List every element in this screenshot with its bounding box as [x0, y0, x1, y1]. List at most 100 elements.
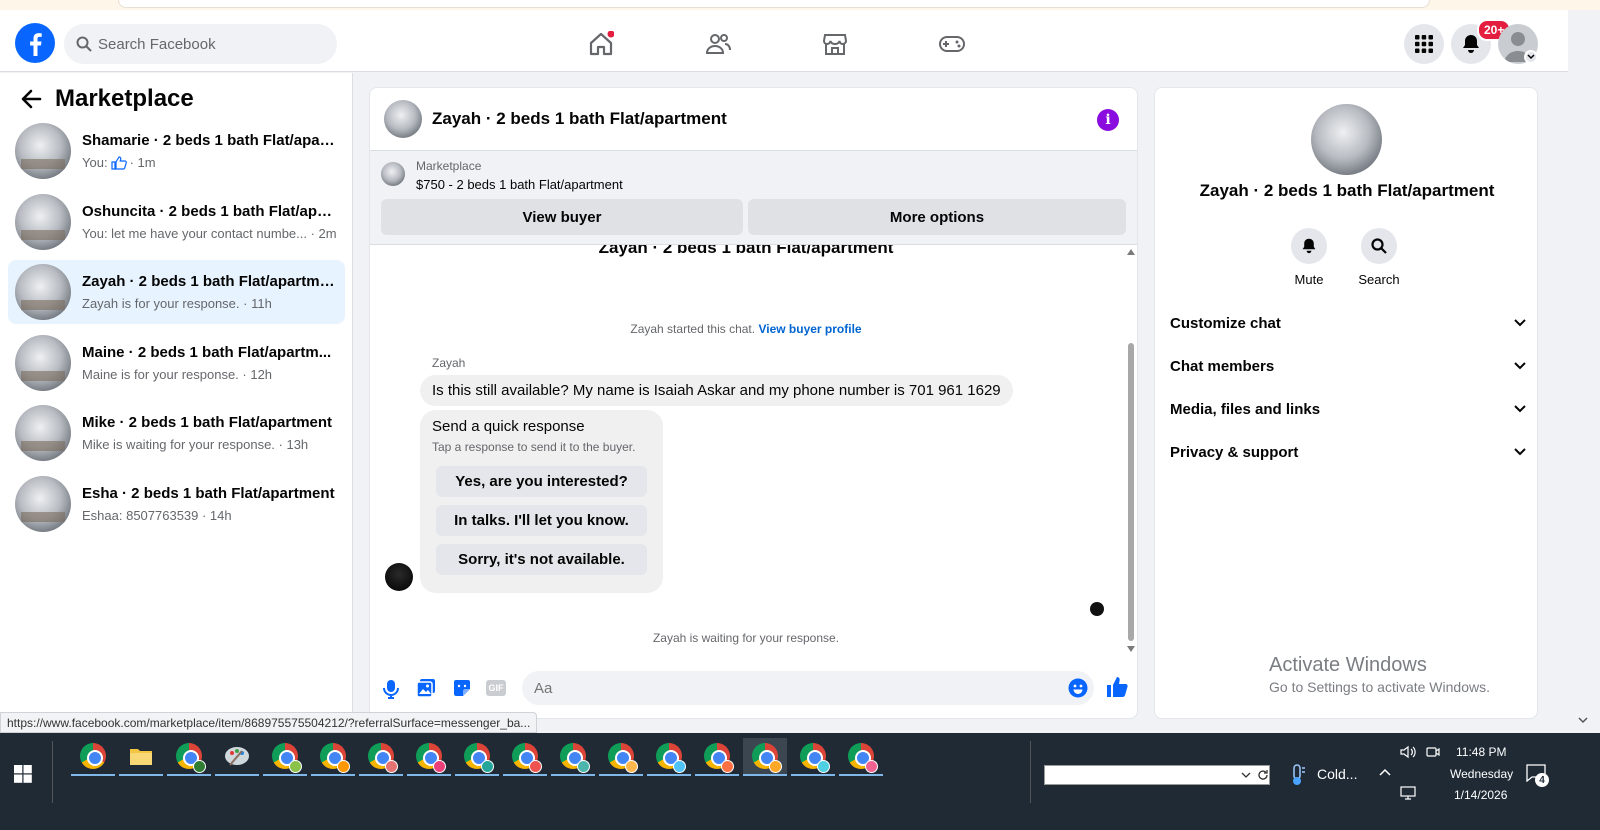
listing-thumbnail [15, 476, 71, 532]
section-label: Privacy & support [1170, 443, 1299, 461]
bell-icon [1291, 228, 1327, 264]
facebook-logo-icon[interactable] [15, 23, 55, 63]
taskbar-chrome-profile-icon[interactable] [263, 738, 307, 776]
listing-thumbnail [15, 405, 71, 461]
taskbar-chrome-profile-icon[interactable] [359, 738, 403, 776]
conversation-item[interactable]: Shamarie · 2 beds 1 bath Flat/apar... Yo… [8, 119, 345, 183]
taskbar-chrome-profile-icon-active[interactable] [743, 738, 787, 776]
quick-response-subtitle: Tap a response to send it to the buyer. [432, 440, 636, 454]
sidebar-title: Marketplace [55, 85, 194, 112]
activate-subtitle: Go to Settings to activate Windows. [1269, 679, 1490, 695]
quick-reply-button[interactable]: Sorry, it's not available. [436, 544, 647, 575]
volume-icon[interactable] [1400, 745, 1416, 759]
weather-thermometer-icon[interactable] [1287, 763, 1307, 787]
friends-icon[interactable] [692, 20, 744, 68]
back-arrow-icon[interactable] [20, 88, 42, 110]
chat-title[interactable]: Zayah · 2 beds 1 bath Flat/apartment [432, 109, 727, 129]
dropdown-chevron-icon[interactable] [1241, 772, 1251, 779]
menu-grid-icon[interactable] [1404, 24, 1444, 64]
status-url-bar: https://www.facebook.com/marketplace/ite… [0, 712, 538, 733]
media-files-row[interactable]: Media, files and links [1170, 389, 1526, 429]
privacy-support-row[interactable]: Privacy & support [1170, 432, 1526, 472]
scroll-down-icon[interactable] [1127, 646, 1135, 652]
marketplace-icon[interactable] [809, 20, 861, 68]
conversation-name: Esha · 2 beds 1 bath Flat/apartment [82, 485, 335, 502]
section-label: Customize chat [1170, 314, 1281, 332]
emoji-icon[interactable] [1068, 678, 1088, 698]
taskbar-chrome-profile-icon[interactable] [791, 738, 835, 776]
address-bar[interactable] [118, 0, 1430, 8]
taskbar-chrome-profile-icon[interactable] [839, 738, 883, 776]
mute-button[interactable]: Mute [1269, 228, 1349, 287]
taskbar-chrome-profile-icon[interactable] [695, 738, 739, 776]
listing-price-title[interactable]: $750 - 2 beds 1 bath Flat/apartment [416, 177, 623, 192]
show-hidden-icons-chevron-up-icon[interactable] [1379, 768, 1391, 776]
gif-icon[interactable]: GIF [486, 680, 506, 696]
view-buyer-button[interactable]: View buyer [381, 199, 743, 235]
message-thread: Zayah · 2 beds 1 bath Flat/apartment Zay… [370, 245, 1137, 665]
taskbar-chrome-profile-icon[interactable] [407, 738, 451, 776]
conversation-item[interactable]: Oshuncita · 2 beds 1 bath Flat/apar... Y… [8, 190, 345, 254]
network-icon[interactable] [1400, 786, 1418, 800]
page-scrollbar[interactable] [1568, 72, 1600, 733]
conversation-item[interactable]: Maine · 2 beds 1 bath Flat/apartm... Mai… [8, 331, 345, 395]
conversation-item-active[interactable]: Zayah · 2 beds 1 bath Flat/apartme... Za… [8, 260, 345, 324]
quick-reply-button[interactable]: In talks. I'll let you know. [436, 505, 647, 536]
home-icon[interactable] [575, 20, 627, 68]
info-icon[interactable]: i [1097, 109, 1119, 131]
search-box[interactable] [64, 24, 337, 64]
scroll-thumb[interactable] [1128, 343, 1134, 641]
meet-now-icon[interactable] [1426, 745, 1440, 759]
taskbar-paint-icon[interactable] [215, 738, 259, 776]
taskbar-chrome-profile-icon[interactable] [599, 738, 643, 776]
quick-response-title: Send a quick response [432, 418, 585, 435]
quick-reply-button[interactable]: Yes, are you interested? [436, 466, 647, 497]
conversation-item[interactable]: Mike · 2 beds 1 bath Flat/apartment Mike… [8, 401, 345, 465]
taskbar-chrome-profile-icon[interactable] [551, 738, 595, 776]
search-in-chat-button[interactable]: Search [1339, 228, 1419, 287]
microphone-icon[interactable] [383, 679, 399, 699]
photo-icon[interactable] [416, 678, 436, 698]
taskbar-chrome-profile-icon[interactable] [455, 738, 499, 776]
windows-start-icon[interactable] [14, 765, 32, 783]
chat-members-row[interactable]: Chat members [1170, 346, 1526, 386]
conversation-preview: Zayah is for your response. · 11h [82, 296, 272, 311]
message-input-box[interactable] [522, 671, 1094, 705]
conversation-item[interactable]: Esha · 2 beds 1 bath Flat/apartment Esha… [8, 472, 345, 536]
seen-indicator [1090, 602, 1104, 616]
taskbar-chrome-icon[interactable] [71, 738, 115, 776]
search-input[interactable] [98, 35, 298, 53]
conversation-preview: Maine is for your response. · 12h [82, 367, 273, 382]
clock-date[interactable]: 1/14/2026 [1454, 788, 1507, 802]
taskbar-address-box[interactable] [1044, 765, 1270, 785]
taskbar-chrome-profile-icon[interactable] [167, 738, 211, 776]
weather-text[interactable]: Cold... [1317, 766, 1357, 782]
customize-chat-row[interactable]: Customize chat [1170, 303, 1526, 343]
clock-day[interactable]: Wednesday [1450, 767, 1513, 781]
thread-scrollbar[interactable] [1125, 245, 1137, 655]
taskbar-chrome-profile-icon[interactable] [503, 738, 547, 776]
message-input[interactable] [534, 679, 1054, 697]
message-bubble[interactable]: Is this still available? My name is Isai… [420, 375, 1013, 406]
gaming-icon[interactable] [926, 20, 978, 68]
conversation-name: Mike · 2 beds 1 bath Flat/apartment [82, 414, 333, 431]
section-label: Media, files and links [1170, 400, 1321, 418]
scroll-up-icon[interactable] [1127, 249, 1135, 255]
account-chevron-down-icon[interactable] [1524, 50, 1538, 64]
taskbar-chrome-profile-icon[interactable] [647, 738, 691, 776]
chevron-down-icon [1514, 405, 1526, 413]
sticker-icon[interactable] [452, 678, 472, 698]
page-scroll-down-icon[interactable] [1578, 717, 1588, 724]
chat-avatar[interactable] [384, 100, 422, 138]
section-label: Chat members [1170, 357, 1275, 375]
thumbs-up-send-icon[interactable] [1106, 676, 1128, 698]
listing-thumbnail [15, 123, 71, 179]
taskbar-chrome-profile-icon[interactable] [311, 738, 355, 776]
view-buyer-profile-link[interactable]: View buyer profile [758, 322, 861, 336]
taskbar-divider [1030, 741, 1031, 803]
clock-time[interactable]: 11:48 PM [1456, 745, 1506, 759]
taskbar-file-explorer-icon[interactable] [119, 738, 163, 776]
chat-info-panel: Zayah · 2 beds 1 bath Flat/apartment Mut… [1154, 87, 1538, 719]
more-options-button[interactable]: More options [748, 199, 1126, 235]
refresh-icon[interactable] [1257, 769, 1269, 781]
